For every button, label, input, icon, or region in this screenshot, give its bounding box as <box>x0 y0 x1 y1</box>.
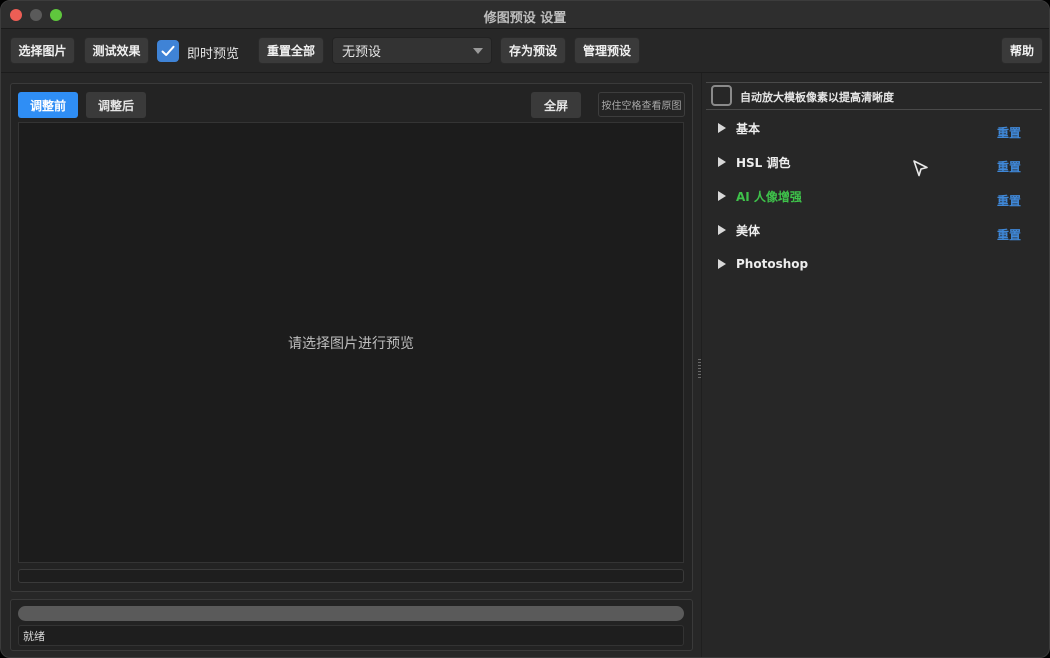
section-basic[interactable]: 基本 <box>718 118 760 138</box>
app-window: 修图预设 设置 选择图片 测试效果 即时预览 重置全部 无预设 存为预设 管理预… <box>0 0 1050 658</box>
test-effect-button[interactable]: 测试效果 <box>84 37 149 64</box>
tab-after[interactable]: 调整后 <box>86 92 146 118</box>
section-hsl[interactable]: HSL 调色 <box>718 152 791 172</box>
settings-header-border <box>706 109 1042 110</box>
live-preview-label: 即时预览 <box>187 47 240 62</box>
section-label: HSL 调色 <box>736 155 791 170</box>
progress-bar <box>18 606 684 621</box>
section-photoshop[interactable]: Photoshop <box>718 254 808 274</box>
preview-scrollbar[interactable] <box>18 569 684 583</box>
title-bar: 修图预设 设置 <box>1 1 1049 29</box>
section-label: 基本 <box>736 121 761 136</box>
auto-upscale-label: 自动放大模板像素以提高清晰度 <box>740 91 894 104</box>
panel-divider <box>701 73 702 657</box>
auto-upscale-checkbox[interactable] <box>711 85 732 106</box>
status-text: 就绪 <box>18 625 684 646</box>
live-preview-checkbox[interactable] <box>157 40 179 62</box>
expand-arrow-icon <box>718 191 726 201</box>
checkmark-icon <box>161 45 175 56</box>
section-label: AI 人像增强 <box>736 189 802 204</box>
settings-top-border <box>706 82 1042 83</box>
reset-hsl-link[interactable]: 重置 <box>997 158 1021 175</box>
reset-body-link[interactable]: 重置 <box>997 226 1021 243</box>
save-preset-button[interactable]: 存为预设 <box>500 37 566 64</box>
expand-arrow-icon <box>718 157 726 167</box>
fullscreen-button[interactable]: 全屏 <box>531 92 581 118</box>
expand-arrow-icon <box>718 259 726 269</box>
window-title: 修图预设 设置 <box>483 11 567 26</box>
reset-ai-portrait-link[interactable]: 重置 <box>997 192 1021 209</box>
section-label: Photoshop <box>736 257 809 271</box>
expand-arrow-icon <box>718 123 726 133</box>
section-body[interactable]: 美体 <box>718 220 760 240</box>
splitter-handle[interactable] <box>698 359 701 379</box>
mouse-pointer-icon <box>913 160 928 177</box>
reset-basic-link[interactable]: 重置 <box>997 124 1021 141</box>
section-label: 美体 <box>736 223 761 238</box>
space-hint-button[interactable]: 按住空格查看原图 <box>598 92 685 117</box>
section-ai-portrait[interactable]: AI 人像增强 <box>718 186 802 206</box>
expand-arrow-icon <box>718 225 726 235</box>
tab-before[interactable]: 调整前 <box>18 92 78 118</box>
preview-placeholder-text: 请选择图片进行预览 <box>288 336 414 352</box>
manage-preset-button[interactable]: 管理预设 <box>574 37 640 64</box>
reset-all-button[interactable]: 重置全部 <box>258 37 324 64</box>
help-button[interactable]: 帮助 <box>1001 37 1043 64</box>
select-image-button[interactable]: 选择图片 <box>10 37 75 64</box>
image-preview-area[interactable]: 请选择图片进行预览 <box>18 122 684 563</box>
preset-select-value: 无预设 <box>342 45 382 60</box>
preset-select[interactable]: 无预设 <box>332 37 492 64</box>
chevron-down-icon <box>473 48 483 54</box>
toolbar-separator <box>1 72 1049 73</box>
